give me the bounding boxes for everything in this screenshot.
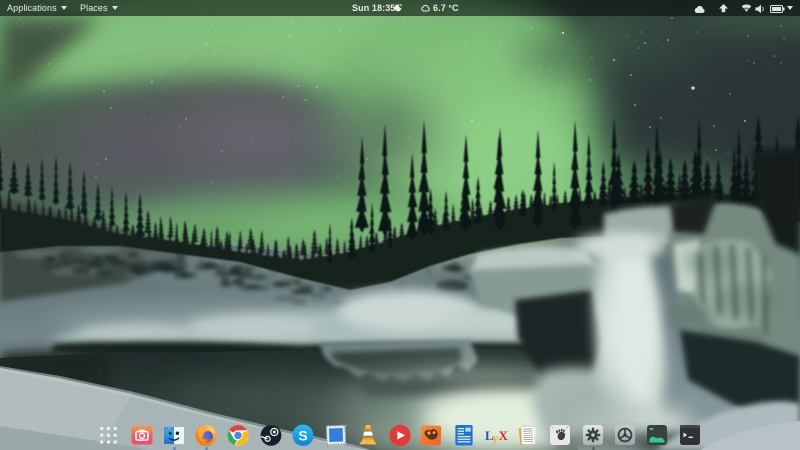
svg-text:X: X bbox=[499, 428, 509, 443]
svg-text:S: S bbox=[298, 427, 307, 443]
